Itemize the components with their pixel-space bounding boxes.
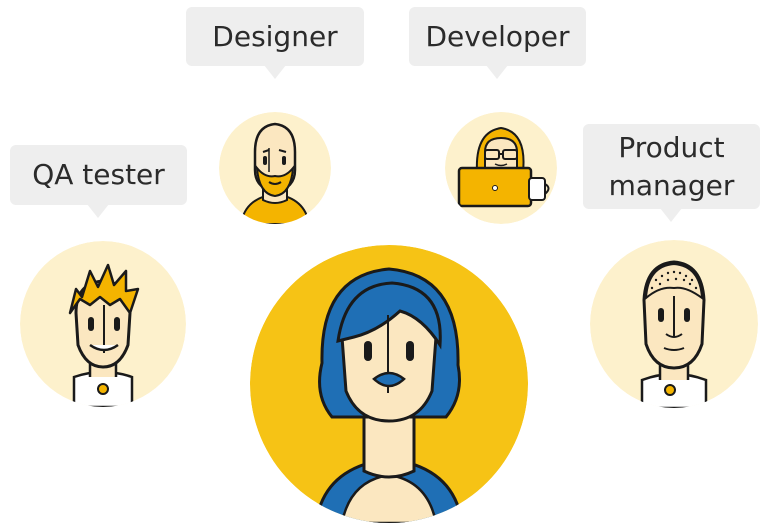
bald-bearded-man-icon bbox=[219, 112, 331, 224]
buzzcut-man-icon bbox=[590, 240, 758, 408]
qa-tester-label: QA tester bbox=[32, 158, 165, 191]
qa-tester-avatar bbox=[20, 241, 186, 407]
woman-laptop-icon bbox=[445, 112, 557, 224]
product-manager-label-bubble: Product manager bbox=[583, 124, 760, 222]
designer-label-bubble: Designer bbox=[186, 7, 364, 79]
product-manager-label-line1: Product bbox=[618, 130, 725, 164]
center-persona-avatar bbox=[250, 245, 528, 523]
team-roles-diagram: Designer Developer QA tester Product man… bbox=[0, 0, 763, 527]
woman-blue-hair-icon bbox=[250, 245, 528, 523]
qa-tester-label-bubble: QA tester bbox=[10, 145, 187, 218]
developer-label: Developer bbox=[425, 19, 570, 53]
developer-avatar bbox=[445, 112, 557, 224]
developer-label-bubble: Developer bbox=[409, 7, 586, 79]
product-manager-label-line2: manager bbox=[608, 168, 735, 202]
spiky-hair-man-icon bbox=[20, 241, 186, 407]
designer-avatar bbox=[219, 112, 331, 224]
product-manager-avatar bbox=[590, 240, 758, 408]
designer-label: Designer bbox=[212, 19, 338, 53]
